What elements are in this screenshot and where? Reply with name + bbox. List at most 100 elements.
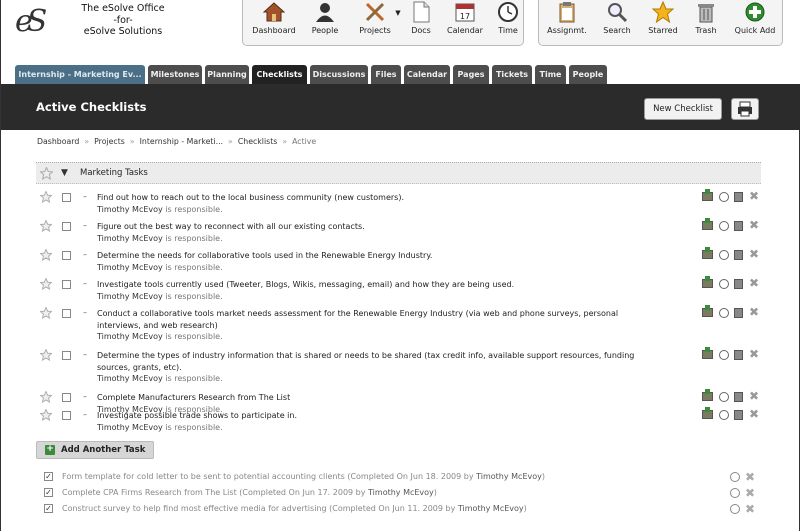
star-outline-icon[interactable] — [40, 391, 52, 403]
nav-trash[interactable]: Trash — [689, 1, 723, 35]
completed-task-assignee[interactable]: Timothy McEvoy — [368, 488, 434, 497]
breadcrumb-project[interactable]: Internship - Marketi... — [140, 137, 223, 146]
delete-icon[interactable]: ✖ — [749, 408, 759, 420]
clock-icon[interactable] — [719, 192, 729, 202]
delete-icon[interactable]: ✖ — [749, 277, 759, 289]
email-icon[interactable] — [702, 276, 713, 288]
projects-dropdown-chevron-icon[interactable]: ▼ — [393, 9, 403, 17]
tab-time[interactable]: Time — [535, 65, 566, 84]
task-text[interactable]: Complete Manufacturers Research from The… — [97, 392, 657, 404]
delete-icon[interactable]: ✖ — [749, 248, 759, 260]
star-outline-icon[interactable] — [40, 278, 52, 290]
completed-task-assignee[interactable]: Timothy McEvoy — [458, 504, 524, 513]
email-icon[interactable] — [702, 189, 713, 201]
completed-checkbox[interactable]: ✓ — [44, 488, 53, 497]
completed-checkbox[interactable]: ✓ — [44, 472, 53, 481]
task-text[interactable]: Determine the needs for collaborative to… — [97, 250, 657, 262]
star-outline-icon[interactable] — [40, 191, 52, 203]
clock-icon[interactable] — [719, 410, 729, 420]
task-assignee[interactable]: Timothy McEvoy — [97, 205, 163, 214]
task-assignee[interactable]: Timothy McEvoy — [97, 263, 163, 272]
star-outline-icon[interactable] — [40, 167, 53, 180]
task-assignee[interactable]: Timothy McEvoy — [97, 332, 163, 341]
clock-icon[interactable] — [719, 221, 729, 231]
edit-icon[interactable] — [734, 350, 743, 360]
email-icon[interactable] — [702, 305, 713, 317]
breadcrumb-projects[interactable]: Projects — [94, 137, 125, 146]
print-button[interactable] — [731, 98, 759, 120]
esolve-logo[interactable]: eS — [15, 4, 49, 48]
clock-icon[interactable] — [730, 504, 740, 514]
email-icon[interactable] — [702, 347, 713, 359]
new-checklist-button[interactable]: New Checklist — [644, 98, 722, 120]
clock-icon[interactable] — [730, 472, 740, 482]
nav-people[interactable]: People — [305, 1, 345, 35]
completed-checkbox[interactable]: ✓ — [44, 504, 53, 513]
clock-icon[interactable] — [719, 350, 729, 360]
task-text[interactable]: Determine the types of industry informat… — [97, 350, 657, 373]
tab-checklists[interactable]: Checklists — [252, 65, 307, 84]
edit-icon[interactable] — [734, 279, 743, 289]
star-outline-icon[interactable] — [40, 220, 52, 232]
clock-icon[interactable] — [719, 392, 729, 402]
tab-tickets[interactable]: Tickets — [492, 65, 532, 84]
clock-icon[interactable] — [719, 279, 729, 289]
nav-docs[interactable]: Docs — [405, 1, 437, 35]
nav-dashboard[interactable]: Dashboard — [249, 1, 299, 35]
delete-icon[interactable]: ✖ — [749, 190, 759, 202]
tab-people[interactable]: People — [569, 65, 607, 84]
nav-search[interactable]: Search — [599, 1, 635, 35]
star-outline-icon[interactable] — [40, 349, 52, 361]
edit-icon[interactable] — [734, 410, 743, 420]
delete-icon[interactable]: ✖ — [745, 486, 755, 500]
task-assignee[interactable]: Timothy McEvoy — [97, 374, 163, 383]
email-icon[interactable] — [702, 389, 713, 401]
tab-project[interactable]: Internship - Marketing Ev... — [15, 65, 145, 84]
delete-icon[interactable]: ✖ — [745, 470, 755, 484]
tab-planning[interactable]: Planning — [205, 65, 249, 84]
nav-time[interactable]: Time — [493, 1, 523, 35]
tab-pages[interactable]: Pages — [453, 65, 489, 84]
delete-icon[interactable]: ✖ — [749, 348, 759, 360]
completed-task-assignee[interactable]: Timothy McEvoy — [476, 472, 542, 481]
tab-files[interactable]: Files — [371, 65, 401, 84]
email-icon[interactable] — [702, 247, 713, 259]
task-checkbox[interactable] — [62, 251, 71, 260]
task-checkbox[interactable] — [62, 193, 71, 202]
edit-icon[interactable] — [734, 221, 743, 231]
task-text[interactable]: Figure out the best way to reconnect wit… — [97, 221, 657, 233]
task-checkbox[interactable] — [62, 411, 71, 420]
email-icon[interactable] — [702, 218, 713, 230]
tab-calendar[interactable]: Calendar — [404, 65, 450, 84]
breadcrumb-dashboard[interactable]: Dashboard — [37, 137, 79, 146]
tab-milestones[interactable]: Milestones — [148, 65, 202, 84]
delete-icon[interactable]: ✖ — [749, 219, 759, 231]
breadcrumb-checklists[interactable]: Checklists — [238, 137, 278, 146]
nav-quick-add[interactable]: Quick Add — [731, 1, 779, 35]
email-icon[interactable] — [702, 407, 713, 419]
nav-calendar[interactable]: 17 Calendar — [443, 1, 487, 35]
nav-starred[interactable]: Starred — [643, 1, 683, 35]
task-checkbox[interactable] — [62, 309, 71, 318]
edit-icon[interactable] — [734, 392, 743, 402]
clock-icon[interactable] — [719, 308, 729, 318]
task-assignee[interactable]: Timothy McEvoy — [97, 234, 163, 243]
clock-icon[interactable] — [730, 488, 740, 498]
tab-discussions[interactable]: Discussions — [310, 65, 368, 84]
task-text[interactable]: Investigate tools currently used (Tweete… — [97, 279, 657, 291]
delete-icon[interactable]: ✖ — [745, 502, 755, 516]
delete-icon[interactable]: ✖ — [749, 390, 759, 402]
edit-icon[interactable] — [734, 308, 743, 318]
collapse-triangle-icon[interactable]: ▼ — [61, 168, 68, 178]
clock-icon[interactable] — [719, 250, 729, 260]
delete-icon[interactable]: ✖ — [749, 306, 759, 318]
task-assignee[interactable]: Timothy McEvoy — [97, 423, 163, 432]
task-checkbox[interactable] — [62, 280, 71, 289]
task-assignee[interactable]: Timothy McEvoy — [97, 292, 163, 301]
task-text[interactable]: Find out how to reach out to the local b… — [97, 192, 657, 204]
task-text[interactable]: Investigate possible trade shows to part… — [97, 410, 657, 422]
add-another-task-button[interactable]: + Add Another Task — [36, 441, 154, 459]
star-outline-icon[interactable] — [40, 307, 52, 319]
task-checkbox[interactable] — [62, 222, 71, 231]
nav-assignments[interactable]: Assignmt. — [543, 1, 591, 35]
